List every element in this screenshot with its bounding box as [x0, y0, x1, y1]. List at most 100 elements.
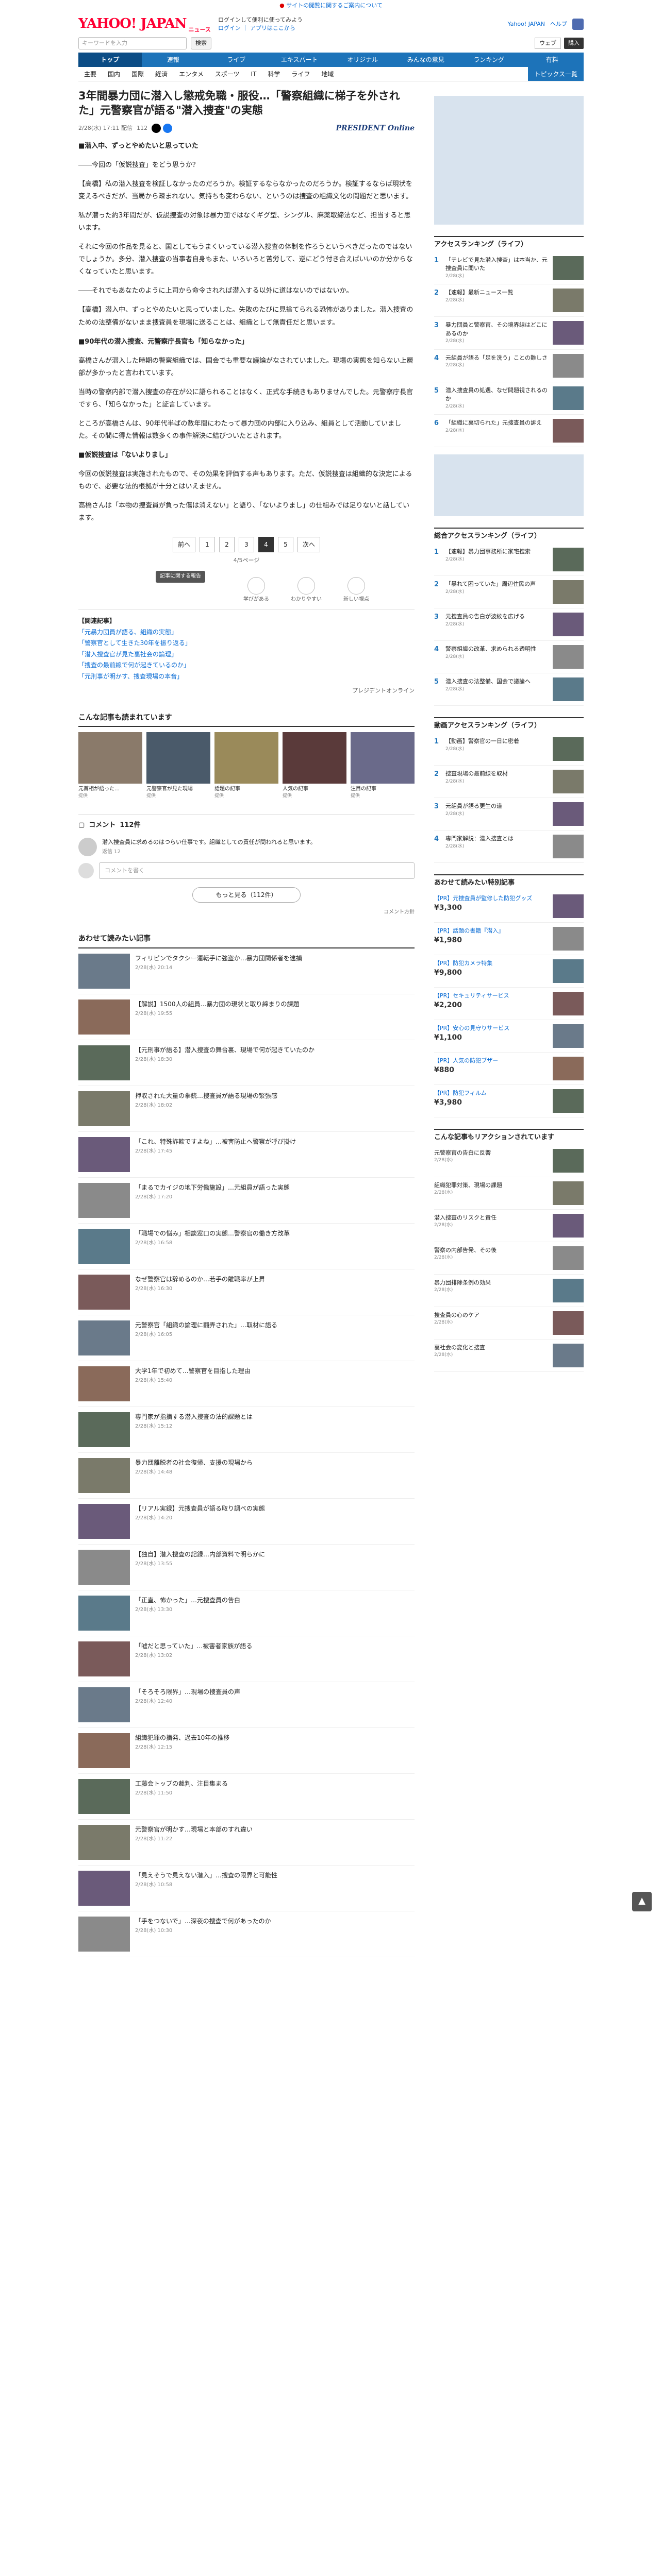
ranking-item[interactable]: 4 警察組織の改革、求められる透明性 2/28(水)	[434, 641, 584, 674]
ranking-item[interactable]: 元警察官の告白に反響 2/28(水)	[434, 1145, 584, 1177]
cat-life[interactable]: ライフ	[286, 67, 316, 81]
cat-economy[interactable]: 経済	[150, 67, 173, 81]
ranking-item[interactable]: 5 潜入捜査員の処遇、なぜ問題視されるのか 2/28(水)	[434, 382, 584, 415]
recent-item[interactable]: 「そろそろ限界」…現場の捜査員の声 2/28(水) 12:40	[78, 1687, 415, 1728]
comment-count[interactable]: 112	[137, 124, 147, 132]
x-share-icon[interactable]	[151, 123, 161, 133]
recent-item[interactable]: 【リアル実録】元捜査員が語る取り調べの実態 2/28(水) 14:20	[78, 1503, 415, 1545]
ranking-item[interactable]: 1 【速報】暴力団事務所に家宅捜索 2/28(水)	[434, 544, 584, 577]
ad-banner[interactable]	[434, 96, 584, 225]
reaction-new[interactable]: 新しい視点	[343, 577, 369, 604]
recent-item[interactable]: 【独自】潜入捜査の記録…内部資料で明らかに 2/28(水) 13:55	[78, 1549, 415, 1590]
pager-3[interactable]: 3	[239, 537, 254, 553]
related-link[interactable]: 「捜査の最前線で何が起きているのか」	[78, 660, 415, 671]
related-link[interactable]: 「潜入捜査官が見た裏社会の論理」	[78, 649, 415, 660]
ranking-item[interactable]: 裏社会の変化と捜査 2/28(水)	[434, 1340, 584, 1372]
ranking-item[interactable]: 潜入捜査のリスクと責任 2/28(水)	[434, 1210, 584, 1242]
recent-item[interactable]: 暴力団離脱者の社会復帰、支援の現場から 2/28(水) 14:48	[78, 1458, 415, 1499]
cat-domestic[interactable]: 国内	[102, 67, 126, 81]
ranking-item[interactable]: 捜査員の心のケア 2/28(水)	[434, 1307, 584, 1340]
recent-item[interactable]: 専門家が指摘する潜入捜査の法的課題とは 2/28(水) 15:12	[78, 1412, 415, 1453]
ranking-item[interactable]: 暴力団排除条例の効果 2/28(水)	[434, 1275, 584, 1307]
ranking-item[interactable]: 5 潜入捜査の法整備、国会で議論へ 2/28(水)	[434, 673, 584, 706]
thumb-card[interactable]: 人気の記事 提供	[283, 732, 346, 800]
thumb-card[interactable]: 注目の記事 提供	[351, 732, 415, 800]
pr-item[interactable]: 【PR】人気の防犯ブザー ¥880	[434, 1053, 584, 1085]
ranking-item[interactable]: 3 元捜査員の告白が波紋を広げる 2/28(水)	[434, 608, 584, 641]
pr-item[interactable]: 【PR】安心の見守りサービス ¥1,100	[434, 1020, 584, 1053]
recent-item[interactable]: 「まるでカイジの地下労働施設」…元組員が語った実態 2/28(水) 17:20	[78, 1182, 415, 1224]
pager-next[interactable]: 次へ	[297, 537, 321, 553]
ranking-item[interactable]: 4 元組員が語る「足を洗う」ことの難しさ 2/28(水)	[434, 350, 584, 382]
pr-item[interactable]: 【PR】セキュリティサービス ¥2,200	[434, 988, 584, 1020]
header-link-help[interactable]: ヘルプ	[550, 20, 567, 28]
reaction-clear[interactable]: わかりやすい	[291, 577, 322, 604]
pr-item[interactable]: 【PR】元捜査員が監修した防犯グッズ ¥3,300	[434, 890, 584, 923]
pr-item[interactable]: 【PR】防犯カメラ特集 ¥9,800	[434, 955, 584, 988]
login-link[interactable]: ログイン	[218, 25, 241, 31]
ranking-item[interactable]: 2 【速報】最新ニュース一覧 2/28(水)	[434, 284, 584, 317]
nav-original[interactable]: オリジナル	[331, 53, 394, 67]
related-link[interactable]: 「警察官として生きた30年を振り返る」	[78, 638, 415, 649]
recent-item[interactable]: 元警察官「組織の論理に翻弄された」…取材に語る 2/28(水) 16:05	[78, 1320, 415, 1361]
recent-item[interactable]: なぜ警察官は辞めるのか…若手の離職率が上昇 2/28(水) 16:30	[78, 1274, 415, 1315]
web-search-button[interactable]: ウェブ	[535, 38, 561, 49]
ranking-item[interactable]: 2 捜査現場の最前線を取材 2/28(水)	[434, 766, 584, 799]
yahoo-logo[interactable]: YAHOO! JAPAN ニュース	[78, 14, 211, 34]
ranking-item[interactable]: 組織犯罪対策、現場の課題 2/28(水)	[434, 1177, 584, 1210]
cat-sports[interactable]: スポーツ	[209, 67, 245, 81]
recent-item[interactable]: 大学1年で初めて…警察官を目指した理由 2/28(水) 15:40	[78, 1366, 415, 1407]
thumb-card[interactable]: 元警察官が見た現場 提供	[146, 732, 210, 800]
pager-5[interactable]: 5	[278, 537, 293, 553]
notice-link[interactable]: サイトの閲覧に関するご案内について	[279, 2, 383, 10]
ad-banner-2[interactable]	[434, 454, 584, 517]
recent-item[interactable]: 「嘘だと思っていた」…被害者家族が語る 2/28(水) 13:02	[78, 1641, 415, 1682]
recent-item[interactable]: 「これ、特殊詐欺ですよね」…被害防止へ警察が呼び掛け 2/28(水) 17:45	[78, 1137, 415, 1178]
topics-list-button[interactable]: トピックス一覧	[528, 67, 584, 81]
thumb-card[interactable]: 元首相が語った… 提供	[78, 732, 142, 800]
facebook-share-icon[interactable]	[162, 123, 172, 133]
cat-main[interactable]: 主要	[78, 67, 102, 81]
pr-item[interactable]: 【PR】防犯フィルム ¥3,980	[434, 1085, 584, 1117]
nav-opinion[interactable]: みんなの意見	[394, 53, 458, 67]
related-link[interactable]: 「元暴力団員が語る、組織の実態」	[78, 627, 415, 638]
nav-ranking[interactable]: ランキング	[457, 53, 521, 67]
ranking-item[interactable]: 1 「テレビで見た潜入捜査」は本当か、元捜査員に聞いた 2/28(水)	[434, 252, 584, 285]
app-link[interactable]: アプリはここから	[250, 25, 295, 31]
recent-item[interactable]: 「手をつないで」…深夜の捜査で何があったのか 2/28(水) 10:30	[78, 1916, 415, 1957]
pager-prev[interactable]: 前へ	[172, 537, 195, 553]
header-link-yahoo[interactable]: Yahoo! JAPAN	[507, 20, 545, 28]
ranking-item[interactable]: 2 「暴れて困っていた」周辺住民の声 2/28(水)	[434, 576, 584, 609]
pager-4[interactable]: 4	[258, 537, 274, 553]
comment-stats[interactable]: 返信 12	[102, 849, 316, 856]
pr-item[interactable]: 【PR】話題の書籍『潜入』 ¥1,980	[434, 923, 584, 955]
pager-2[interactable]: 2	[219, 537, 235, 553]
nav-breaking[interactable]: 速報	[142, 53, 205, 67]
buy-button[interactable]: 購入	[564, 38, 584, 49]
ranking-item[interactable]: 警察の内部告発、その後 2/28(水)	[434, 1242, 584, 1275]
publisher-logo[interactable]: PRESIDENT Online	[336, 123, 415, 133]
cat-local[interactable]: 地域	[316, 67, 339, 81]
nav-live[interactable]: ライブ	[205, 53, 268, 67]
scroll-top-button[interactable]: ▲	[632, 1892, 652, 1911]
ranking-item[interactable]: 4 専門家解説：潜入捜査とは 2/28(水)	[434, 831, 584, 863]
recent-item[interactable]: 元警察官が明かす…現場と本部のすれ違い 2/28(水) 11:22	[78, 1824, 415, 1866]
cat-science[interactable]: 科学	[262, 67, 286, 81]
ranking-item[interactable]: 1 【動画】警察官の一日に密着 2/28(水)	[434, 733, 584, 766]
cat-entertainment[interactable]: エンタメ	[173, 67, 209, 81]
thumb-card[interactable]: 話題の記事 提供	[214, 732, 278, 800]
reaction-learn[interactable]: 学びがある	[243, 577, 269, 604]
comment-policy-link[interactable]: コメント方針	[78, 909, 415, 917]
pager-1[interactable]: 1	[200, 537, 215, 553]
nav-top[interactable]: トップ	[78, 53, 142, 67]
cat-world[interactable]: 国際	[126, 67, 150, 81]
menu-icon[interactable]	[572, 19, 584, 30]
search-button[interactable]: 検索	[191, 37, 211, 49]
recent-item[interactable]: 「職場での悩み」相談窓口の実態…警察官の働き方改革 2/28(水) 16:58	[78, 1228, 415, 1269]
cat-it[interactable]: IT	[245, 67, 262, 81]
recent-item[interactable]: 押収された大量の拳銃…捜査員が語る現場の緊張感 2/28(水) 18:02	[78, 1091, 415, 1132]
recent-item[interactable]: 【解説】1500人の組員…暴力団の現状と取り締まりの課題 2/28(水) 19:5…	[78, 999, 415, 1040]
more-comments-button[interactable]: もっと見る（112件）	[192, 887, 301, 903]
ranking-item[interactable]: 3 元組員が語る更生の道 2/28(水)	[434, 798, 584, 831]
recent-item[interactable]: 「見えそうで見えない潜入」…捜査の限界と可能性 2/28(水) 10:58	[78, 1870, 415, 1911]
